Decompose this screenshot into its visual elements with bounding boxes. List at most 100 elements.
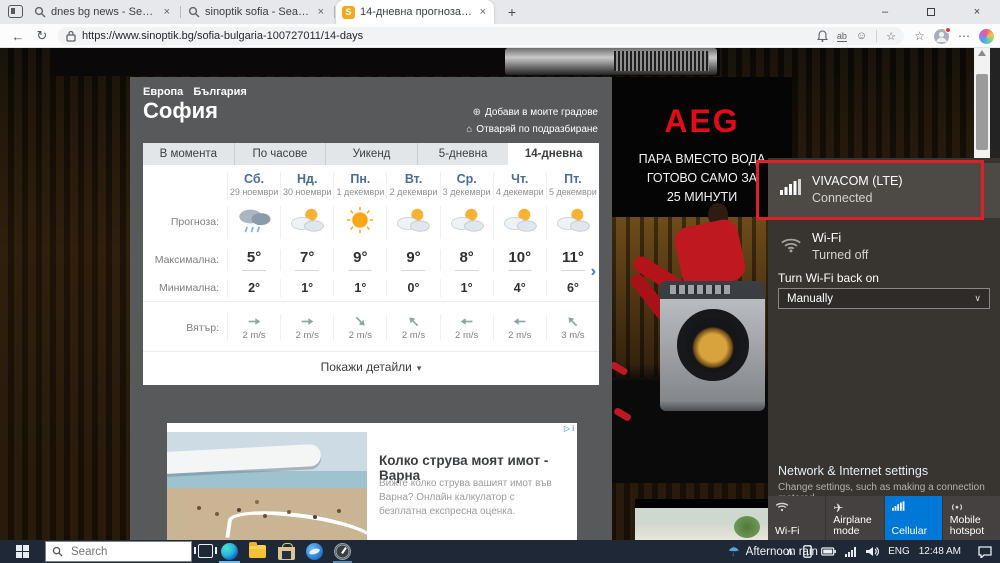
add-city-link[interactable]: ⊕Добави в моите градове xyxy=(466,104,598,121)
system-tray: ∧ ENG 12:48 AM xyxy=(786,540,1000,563)
page-scrollbar[interactable] xyxy=(974,48,990,160)
profile-avatar[interactable] xyxy=(934,29,949,44)
ad-card[interactable]: ▷ i Колко струва моят имот - Варна Вижте… xyxy=(167,423,577,540)
wifi-back-label: Turn Wi-Fi back on xyxy=(778,271,879,285)
row-label-max: Максимална: xyxy=(143,254,227,266)
window-maximize-button[interactable] xyxy=(908,0,954,24)
favorite-star-icon[interactable]: ☆ xyxy=(886,30,896,43)
search-icon xyxy=(34,6,46,18)
show-details-link[interactable]: Покажи детайли▾ xyxy=(143,351,599,383)
back-button[interactable]: ← xyxy=(8,26,28,46)
wind-cell: 2 m/s xyxy=(493,314,546,341)
browser-tab-2[interactable]: sinoptik sofia - Search × xyxy=(182,0,332,24)
action-center-icon[interactable] xyxy=(978,546,992,558)
edge-taskbar-icon[interactable] xyxy=(221,543,238,560)
adchoices-icon[interactable]: ▷ xyxy=(564,424,570,433)
collections-icon[interactable]: ☆ xyxy=(914,29,925,43)
alert-bell-icon[interactable] xyxy=(817,30,828,42)
start-button[interactable] xyxy=(0,540,45,563)
sinoptik-favicon: S xyxy=(342,6,355,19)
min-temp: 0° xyxy=(386,279,439,297)
scrollbar-up-arrow[interactable] xyxy=(978,50,986,56)
ad-beach-image[interactable] xyxy=(167,432,367,540)
window-close-button[interactable]: × xyxy=(954,0,1000,24)
tab-close-icon[interactable]: × xyxy=(162,6,172,18)
tab-close-icon[interactable]: × xyxy=(316,6,326,18)
scrollbar-thumb[interactable] xyxy=(976,74,988,150)
refresh-button[interactable]: ↻ xyxy=(32,26,52,46)
copilot-icon[interactable] xyxy=(979,29,994,44)
max-temp: 9° xyxy=(333,249,386,271)
min-temp: 1° xyxy=(333,279,386,297)
search-icon xyxy=(188,6,200,18)
battery-icon[interactable] xyxy=(821,547,836,556)
day-header: Вт.2 декември xyxy=(386,172,439,199)
wind-arrow-icon xyxy=(562,311,583,332)
profile-alert-badge xyxy=(945,27,951,33)
aeg-side-ad[interactable]: AEG ПАРА ВМЕСТО ВОДА ГОТОВО САМО ЗА 25 М… xyxy=(612,77,792,483)
wind-arrow-icon xyxy=(512,314,527,329)
airplane-mode-tile[interactable]: ✈ Airplane mode xyxy=(826,496,883,540)
tab-hourly[interactable]: По часове xyxy=(234,143,326,165)
browser-tab-1[interactable]: dnes bg news - Search × xyxy=(28,0,178,24)
tab-now[interactable]: В момента xyxy=(143,143,234,165)
ad-info-icon[interactable]: i xyxy=(572,424,574,433)
clock[interactable]: 12:48 AM xyxy=(919,546,961,557)
file-explorer-icon[interactable] xyxy=(249,545,266,558)
store-icon[interactable] xyxy=(278,547,295,560)
breadcrumb-country[interactable]: България xyxy=(193,86,247,98)
background-steamer-image xyxy=(505,48,717,75)
new-tab-button[interactable]: + xyxy=(502,2,522,22)
more-menu-icon[interactable]: ⋯ xyxy=(958,29,970,43)
open-default-link[interactable]: ⌂Отваряй по подразбиране xyxy=(466,121,598,138)
browser-tab-strip: dnes bg news - Search × sinoptik sofia -… xyxy=(0,0,1000,24)
tab-5day[interactable]: 5-дневна xyxy=(417,143,509,165)
screen: dnes bg news - Search × sinoptik sofia -… xyxy=(0,0,1000,563)
phone-icon[interactable] xyxy=(803,545,812,558)
tab-title: sinoptik sofia - Search xyxy=(205,6,311,18)
day-header: Чт.4 декември xyxy=(493,172,546,199)
home-icon: ⌂ xyxy=(466,121,472,138)
wind-cell: 2 m/s xyxy=(280,314,333,341)
wind-arrow-icon xyxy=(350,311,371,332)
weather-icon-partly-cloudy xyxy=(386,206,439,239)
language-indicator[interactable]: ENG xyxy=(888,546,910,557)
url-text: https://www.sinoptik.bg/sofia-bulgaria-1… xyxy=(82,30,817,42)
address-bar[interactable]: https://www.sinoptik.bg/sofia-bulgaria-1… xyxy=(58,27,904,45)
next-days-chevron-icon[interactable]: › xyxy=(591,263,596,281)
tab-title: dnes bg news - Search xyxy=(51,6,157,18)
breadcrumb: Европа България xyxy=(143,86,257,98)
network-settings-link[interactable]: Network & Internet settings xyxy=(778,464,928,478)
aeg-ad-image xyxy=(612,217,792,483)
browser-tab-3-active[interactable]: S 14-дневна прогноза за времето × xyxy=(336,0,494,24)
weather-icon-partly-cloudy xyxy=(546,206,599,239)
feedback-smiley-icon[interactable]: ☺ xyxy=(856,30,867,42)
min-temp: 2° xyxy=(227,279,280,297)
volume-icon[interactable] xyxy=(866,546,879,557)
task-view-icon[interactable] xyxy=(198,544,213,558)
divider xyxy=(876,30,877,42)
day-header: Ср.3 декември xyxy=(440,172,493,199)
tab-layout-icon[interactable] xyxy=(8,5,23,18)
dial-app-icon[interactable] xyxy=(334,543,351,560)
cellular-tile-active[interactable]: Cellular xyxy=(885,496,942,540)
tab-close-icon[interactable]: × xyxy=(478,6,488,18)
mobile-hotspot-tile[interactable]: Mobile hotspot xyxy=(943,496,1000,540)
window-minimize-button[interactable]: – xyxy=(862,0,908,24)
translate-icon[interactable]: ab xyxy=(837,31,847,42)
search-input[interactable] xyxy=(69,545,169,559)
cellular-tray-icon[interactable] xyxy=(845,547,857,557)
wifi-tile[interactable]: Wi-Fi xyxy=(768,496,825,540)
wifi-network-item[interactable]: Wi-Fi Turned off xyxy=(768,220,1000,275)
taskbar-search-box[interactable] xyxy=(45,541,192,562)
second-ad-image[interactable] xyxy=(635,499,770,540)
wind-arrow-icon xyxy=(459,314,474,329)
wifi-name: Wi-Fi xyxy=(812,231,841,245)
tray-expand-icon[interactable]: ∧ xyxy=(786,545,794,558)
wifi-back-select[interactable]: Manually ∨ xyxy=(778,288,990,309)
blue-app-icon[interactable] xyxy=(306,543,323,560)
tab-14day-active[interactable]: 14-дневна xyxy=(508,143,599,165)
breadcrumb-region[interactable]: Европа xyxy=(143,86,183,98)
ad-body: Вижте колко струва вашият имот във Варна… xyxy=(379,477,561,519)
tab-weekend[interactable]: Уикенд xyxy=(325,143,417,165)
